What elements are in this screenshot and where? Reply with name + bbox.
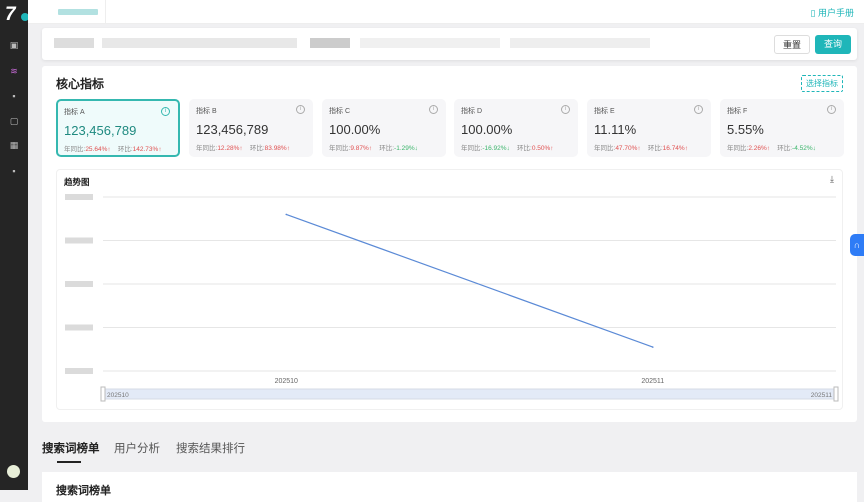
mom-value: 142.73%↑ (132, 146, 162, 153)
filter-options[interactable] (510, 38, 650, 48)
info-icon[interactable]: i (827, 105, 836, 114)
mom-label: 环比: (379, 145, 395, 152)
metric-name: 指标 E (594, 108, 615, 115)
info-icon[interactable]: i (429, 105, 438, 114)
mom-value: 16.74%↑ (662, 145, 688, 152)
avatar[interactable] (7, 465, 20, 478)
user-manual-link[interactable]: ▯ 用户手册 (811, 6, 854, 19)
reset-button[interactable]: 重置 (774, 35, 810, 54)
metric-value: 11.11% (594, 122, 637, 137)
page-tab[interactable] (38, 0, 106, 24)
search-terms-panel: 搜索词榜单 (42, 472, 857, 502)
zoom-slider (102, 388, 837, 400)
metric-name: 指标 F (727, 108, 748, 115)
filter-input-2[interactable] (360, 38, 500, 48)
user-manual-label: 用户手册 (817, 8, 854, 18)
tab-search-ranking[interactable]: 搜索结果排行 (176, 440, 245, 456)
metric-value: 5.55% (727, 122, 764, 137)
metric-card[interactable]: 指标 D i 100.00% 年同比:-16.92%↓ 环比:0.50%↑ (454, 99, 578, 157)
mom-label: 环比: (647, 145, 663, 152)
core-metrics-panel: 核心指标 选择指标 指标 A i 123,456,789 年同比:25.64%↑… (42, 66, 857, 422)
section-title: 核心指标 (56, 77, 105, 91)
logo: 7 (5, 4, 16, 25)
yoy-value: -16.92%↓ (482, 145, 510, 152)
grid-icon[interactable]: ▦ (8, 140, 20, 150)
menu-item-icon[interactable]: ▪ (8, 91, 20, 101)
mom-value: -1.29%↓ (394, 145, 418, 152)
y-tick-label (65, 281, 93, 287)
data-point (285, 213, 288, 216)
metric-value: 123,456,789 (196, 122, 269, 137)
chart-svg: 202510 202511 202510 202511 (65, 194, 839, 402)
monitor-icon[interactable]: ▣ (8, 40, 20, 50)
yoy-label: 年同比: (329, 145, 351, 152)
mom-label: 环比: (249, 145, 265, 152)
yoy-label: 年同比: (727, 145, 749, 152)
metric-card[interactable]: 指标 C i 100.00% 年同比:9.87%↑ 环比:-1.29%↓ (322, 99, 446, 157)
metric-card[interactable]: 指标 A i 123,456,789 年同比:25.64%↑ 环比:142.73… (56, 99, 180, 157)
filter-label-2 (310, 38, 350, 48)
y-tick-label (65, 237, 93, 244)
yoy-label: 年同比: (64, 146, 86, 153)
metric-name: 指标 D (461, 108, 482, 115)
metric-card[interactable]: 指标 F i 5.55% 年同比:2.26%↑ 环比:-4.52%↓ (720, 99, 844, 157)
yoy-label: 年同比: (461, 145, 483, 152)
menu-item-icon-2[interactable]: ▪ (8, 166, 20, 176)
info-icon[interactable]: i (694, 105, 703, 114)
metric-card[interactable]: 指标 E i 11.11% 年同比:47.70%↑ 环比:16.74%↑ (587, 99, 711, 157)
x-tick-label: 202510 (275, 378, 298, 385)
metric-value: 123,456,789 (64, 123, 137, 138)
yoy-value: 2.26%↑ (748, 145, 770, 152)
info-icon[interactable]: i (561, 105, 570, 114)
metric-card[interactable]: 指标 B i 123,456,789 年同比:12.28%↑ 环比:83.98%… (189, 99, 313, 157)
mom-label: 环比: (117, 146, 133, 153)
zoom-handle-left (100, 386, 106, 402)
yoy-label: 年同比: (594, 145, 616, 152)
mom-label: 环比: (777, 145, 793, 152)
y-tick-label (65, 324, 93, 331)
filter-input-1[interactable] (102, 38, 297, 48)
active-tab-indicator (57, 461, 81, 463)
metric-value: 100.00% (461, 122, 513, 137)
metric-name: 指标 C (329, 108, 350, 115)
filter-bar: 重置 查询 (42, 28, 857, 60)
yoy-value: 12.28%↑ (217, 145, 243, 152)
info-icon[interactable]: i (296, 105, 305, 114)
tab-search-terms[interactable]: 搜索词榜单 (42, 440, 100, 456)
x-tick-label: 202511 (641, 378, 664, 385)
mom-value: 83.98%↑ (264, 145, 290, 152)
app-icon[interactable]: ≋ (8, 66, 20, 76)
filter-label (54, 38, 94, 48)
yoy-value: 25.64%↑ (85, 146, 111, 153)
zoom-end-label: 202511 (811, 392, 833, 399)
metric-value: 100.00% (329, 122, 381, 137)
yoy-value: 47.70%↑ (615, 145, 641, 152)
y-tick-label (65, 194, 93, 200)
edit-icon[interactable]: ▢ (8, 116, 20, 126)
yoy-value: 9.87%↑ (350, 145, 372, 152)
zoom-handle-right (833, 386, 839, 402)
topbar: ▯ 用户手册 (28, 0, 864, 24)
choose-metrics-button[interactable]: 选择指标 (801, 75, 843, 92)
support-headset-icon[interactable]: ∩ (850, 234, 864, 256)
mom-value: -4.52%↓ (792, 145, 816, 152)
zoom-start-label: 202510 (107, 392, 129, 399)
data-point (651, 346, 654, 348)
tab-user-analysis[interactable]: 用户分析 (114, 440, 160, 456)
mom-label: 环比: (517, 145, 532, 152)
info-icon[interactable]: i (161, 107, 170, 116)
yoy-label: 年同比: (196, 145, 218, 152)
query-button[interactable]: 查询 (815, 35, 851, 54)
trend-chart: 趋势图 ⤓ 202510 202511 202510 202511 (56, 169, 843, 410)
mom-value: 0.50%↑ (531, 145, 554, 152)
panel-title: 搜索词榜单 (56, 485, 111, 497)
metric-name: 指标 A (64, 109, 85, 116)
sidebar: 7 ▣ ≋ ▪ ▢ ▦ ▪ (0, 0, 29, 490)
metric-name: 指标 B (196, 108, 217, 115)
y-tick-label (65, 368, 93, 374)
